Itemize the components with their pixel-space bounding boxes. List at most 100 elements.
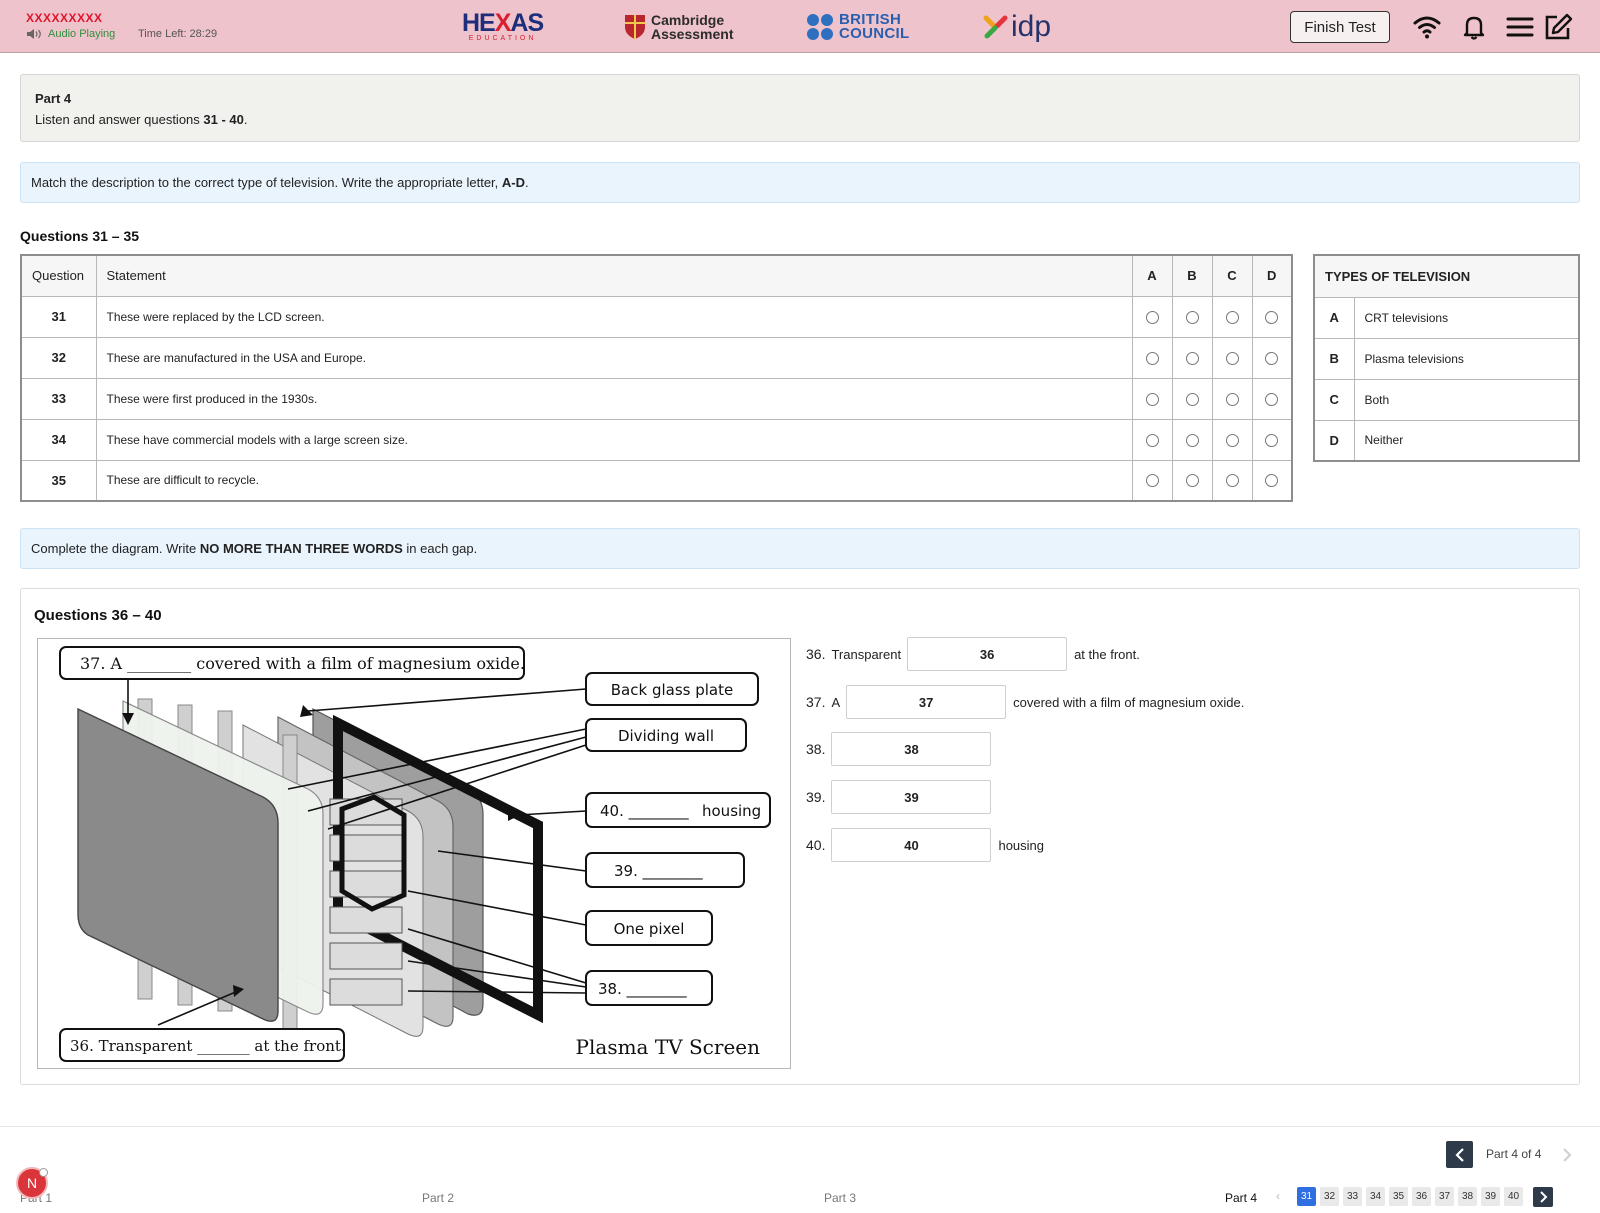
notification-dot: [39, 1168, 48, 1177]
questions-31-35-heading: Questions 31 – 35: [20, 228, 140, 244]
question-nav-31[interactable]: 31: [1297, 1187, 1316, 1206]
radio-33-d[interactable]: [1265, 392, 1279, 406]
diagram-label-38: 38. ________: [598, 980, 687, 999]
time-left: Time Left: 28:29: [138, 28, 218, 40]
gap-input-36[interactable]: [907, 637, 1068, 671]
gap-input-39[interactable]: [831, 780, 992, 814]
gap-row-37: 37. A covered with a film of magnesium o…: [806, 685, 1244, 719]
column-c: C: [1211, 254, 1253, 297]
statement-text: These have commercial models with a larg…: [95, 418, 1133, 461]
radio-35-b[interactable]: [1185, 474, 1199, 488]
footer-part-2[interactable]: Part 2: [422, 1191, 454, 1205]
question-number: 35: [20, 459, 97, 502]
question-nav-38[interactable]: 38: [1458, 1187, 1477, 1206]
diagram-label-36: 36. Transparent _______ at the front.: [70, 1037, 346, 1055]
list-item: B Plasma televisions: [1313, 337, 1580, 380]
question-nav-40[interactable]: 40: [1504, 1187, 1523, 1206]
matching-table: Question Statement A B C D 31 These were…: [20, 254, 1293, 502]
wifi-icon[interactable]: [1412, 12, 1442, 42]
radio-31-a[interactable]: [1145, 310, 1159, 324]
list-item: C Both: [1313, 378, 1580, 421]
radio-31-d[interactable]: [1265, 310, 1279, 324]
radio-34-d[interactable]: [1265, 433, 1279, 447]
radio-34-b[interactable]: [1185, 433, 1199, 447]
radio-33-c[interactable]: [1225, 392, 1239, 406]
footer-divider: [0, 1126, 1600, 1127]
radio-32-c[interactable]: [1225, 351, 1239, 365]
column-d: D: [1251, 254, 1293, 297]
footer-part-4[interactable]: Part 4: [1225, 1191, 1257, 1205]
question-number: 31: [20, 295, 97, 338]
british-council-logo: BRITISH COUNCIL: [807, 10, 909, 44]
diagram-label-40-housing: housing: [702, 802, 761, 820]
edit-icon[interactable]: [1543, 12, 1573, 42]
diagram-label-one-pixel: One pixel: [614, 920, 685, 938]
question-nav-36[interactable]: 36: [1412, 1187, 1431, 1206]
audio-status: Audio Playing: [26, 28, 115, 40]
menu-icon[interactable]: [1505, 12, 1535, 42]
column-statement: Statement: [95, 254, 1133, 297]
gap-row-38: 38.: [806, 732, 992, 766]
plasma-tv-diagram: 37. A ________ covered with a film of ma…: [37, 638, 791, 1069]
candidate-id: XXXXXXXXX: [26, 11, 103, 25]
cambridge-shield-icon: [625, 15, 645, 39]
gap-input-40[interactable]: [831, 828, 992, 862]
column-a: A: [1131, 254, 1173, 297]
radio-34-c[interactable]: [1225, 433, 1239, 447]
radio-31-c[interactable]: [1225, 310, 1239, 324]
column-question: Question: [20, 254, 97, 297]
radio-32-d[interactable]: [1265, 351, 1279, 365]
radio-35-c[interactable]: [1225, 474, 1239, 488]
next-question-button[interactable]: [1533, 1187, 1553, 1207]
speaker-icon: [27, 29, 41, 39]
radio-35-a[interactable]: [1145, 474, 1159, 488]
gap-row-39: 39.: [806, 780, 992, 814]
diagram-label-dividing-wall: Dividing wall: [618, 727, 714, 745]
gap-input-37[interactable]: [846, 685, 1007, 719]
statement-text: These were replaced by the LCD screen.: [95, 295, 1133, 338]
question-number: 33: [20, 377, 97, 420]
finish-test-button[interactable]: Finish Test: [1290, 11, 1390, 43]
question-nav-32[interactable]: 32: [1320, 1187, 1339, 1206]
radio-35-d[interactable]: [1265, 474, 1279, 488]
question-nav-35[interactable]: 35: [1389, 1187, 1408, 1206]
plasma-tv-diagram-drawing: 37. A ________ covered with a film of ma…: [59, 646, 771, 1062]
types-of-television-table: TYPES OF TELEVISION A CRT televisions B Pl…: [1313, 254, 1580, 462]
statement-text: These were first produced in the 1930s.: [95, 377, 1133, 420]
question-nav-37[interactable]: 37: [1435, 1187, 1454, 1206]
audio-status-text: Audio Playing: [48, 28, 116, 40]
radio-31-b[interactable]: [1185, 310, 1199, 324]
diagram-caption: Plasma TV Screen: [576, 1035, 761, 1059]
footer-part-3[interactable]: Part 3: [824, 1191, 856, 1205]
radio-33-b[interactable]: [1185, 392, 1199, 406]
hexas-logo: HEXAS EDUCATION: [462, 8, 544, 42]
statement-text: These are manufactured in the USA and Eu…: [95, 336, 1133, 379]
radio-34-a[interactable]: [1145, 433, 1159, 447]
table-row: 31 These were replaced by the LCD screen…: [20, 295, 1293, 338]
radio-33-a[interactable]: [1145, 392, 1159, 406]
previous-part-button[interactable]: [1446, 1141, 1473, 1168]
table-row: 35 These are difficult to recycle.: [20, 459, 1293, 502]
statement-text: These are difficult to recycle.: [95, 459, 1133, 502]
types-heading: TYPES OF TELEVISION: [1313, 254, 1580, 298]
part-indicator: Part 4 of 4: [1486, 1147, 1542, 1161]
table-row: 32 These are manufactured in the USA and…: [20, 336, 1293, 379]
list-item: A CRT televisions: [1313, 296, 1580, 339]
radio-32-b[interactable]: [1185, 351, 1199, 365]
question-nav-34[interactable]: 34: [1366, 1187, 1385, 1206]
diagram-label-37: 37. A ________ covered with a film of ma…: [80, 654, 525, 673]
cambridge-logo: Cambridge Assessment: [624, 10, 734, 44]
question-navigator: 31 32 33 34 35 36 37 38 39 40: [1297, 1187, 1523, 1206]
next-part-button[interactable]: [1553, 1141, 1580, 1168]
chevron-left-icon: [1454, 1147, 1464, 1162]
idp-mark-icon: [983, 15, 1008, 39]
chevron-right-icon: [1562, 1147, 1571, 1162]
question-prev-icon[interactable]: ‹: [1276, 1189, 1280, 1203]
question-nav-33[interactable]: 33: [1343, 1187, 1362, 1206]
bell-icon[interactable]: [1459, 12, 1489, 42]
radio-32-a[interactable]: [1145, 351, 1159, 365]
question-nav-39[interactable]: 39: [1481, 1187, 1500, 1206]
list-item: D Neither: [1313, 419, 1580, 462]
gap-input-38[interactable]: [831, 732, 992, 766]
part-title: Part 4: [35, 91, 72, 106]
